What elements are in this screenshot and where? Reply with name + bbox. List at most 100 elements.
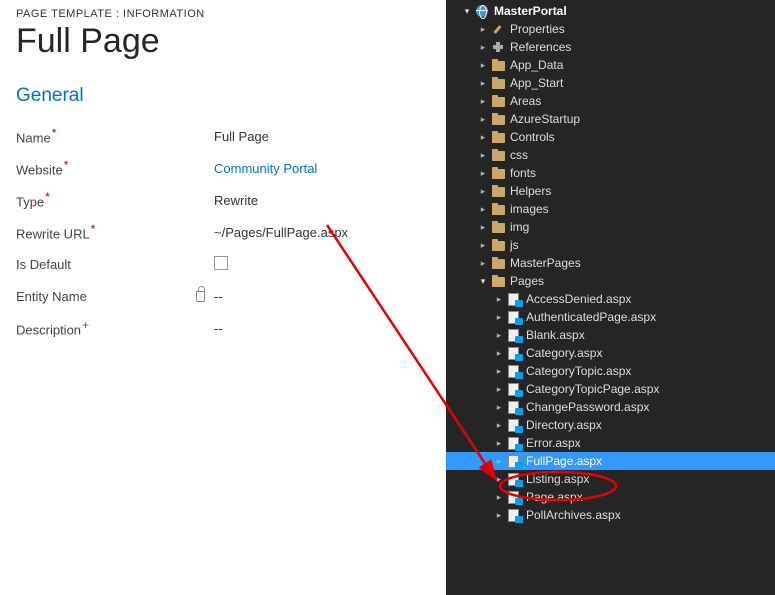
tree-label: img (510, 220, 771, 234)
chevron-right-icon[interactable]: ▸ (494, 475, 504, 484)
chevron-right-icon[interactable]: ▸ (478, 97, 488, 106)
chevron-right-icon[interactable]: ▸ (494, 511, 504, 520)
file-blank-aspx[interactable]: ▸Blank.aspx (446, 326, 775, 344)
wrench-icon (490, 22, 506, 36)
aspx-file-icon (506, 382, 522, 396)
aspx-file-icon (506, 418, 522, 432)
chevron-right-icon[interactable]: ▸ (478, 79, 488, 88)
file-fullpage-aspx[interactable]: ▸FullPage.aspx (446, 452, 775, 470)
folder-images[interactable]: ▸ images (446, 200, 775, 218)
folder-icon (490, 58, 506, 72)
file-authenticatedpage-aspx[interactable]: ▸AuthenticatedPage.aspx (446, 308, 775, 326)
chevron-right-icon[interactable]: ▸ (478, 43, 488, 52)
file-page-aspx[interactable]: ▸ Page.aspx (446, 488, 775, 506)
chevron-right-icon[interactable]: ▸ (478, 151, 488, 160)
chevron-right-icon[interactable]: ▸ (478, 187, 488, 196)
tree-label: App_Data (510, 58, 771, 72)
chevron-right-icon[interactable]: ▸ (494, 295, 504, 304)
chevron-down-icon[interactable]: ▾ (478, 277, 488, 286)
file-directory-aspx[interactable]: ▸ Directory.aspx (446, 416, 775, 434)
file-categorytopicpage-aspx[interactable]: ▸ CategoryTopicPage.aspx (446, 380, 775, 398)
chevron-right-icon[interactable]: ▸ (478, 205, 488, 214)
tree-label: CategoryTopicPage.aspx (526, 382, 771, 396)
value-rewrite-url[interactable]: ~/Pages/FullPage.aspx (214, 225, 429, 240)
chevron-right-icon[interactable]: ▸ (494, 421, 504, 430)
folder-icon (490, 76, 506, 90)
folder-icon (490, 184, 506, 198)
solution-explorer[interactable]: ▾MasterPortal▸Properties▸References▸App_… (446, 0, 775, 595)
chevron-right-icon[interactable]: ▸ (478, 133, 488, 142)
aspx-file-icon (506, 292, 522, 306)
section-heading-general: General (16, 85, 429, 107)
folder-controls[interactable]: ▸ Controls (446, 128, 775, 146)
folder-icon (490, 256, 506, 270)
folder-js[interactable]: ▸js (446, 236, 775, 254)
tree-label: AccessDenied.aspx (526, 292, 771, 306)
project-node[interactable]: ▾ MasterPortal (446, 2, 775, 20)
chevron-right-icon[interactable]: ▸ (494, 403, 504, 412)
value-description[interactable]: -- (214, 321, 429, 336)
chevron-right-icon[interactable]: ▸ (478, 115, 488, 124)
chevron-right-icon[interactable]: ▸ (494, 367, 504, 376)
chevron-right-icon[interactable]: ▸ (494, 331, 504, 340)
tree-label: MasterPortal (494, 4, 771, 18)
folder-app_data[interactable]: ▸ App_Data (446, 56, 775, 74)
file-categorytopic-aspx[interactable]: ▸CategoryTopic.aspx (446, 362, 775, 380)
tree-label: Error.aspx (526, 436, 771, 450)
chevron-right-icon[interactable]: ▸ (494, 457, 504, 466)
folder-icon (490, 238, 506, 252)
tree-label: Listing.aspx (526, 472, 771, 486)
folder-app_start[interactable]: ▸App_Start (446, 74, 775, 92)
file-pollarchives-aspx[interactable]: ▸PollArchives.aspx (446, 506, 775, 524)
folder-img[interactable]: ▸ img (446, 218, 775, 236)
value-website[interactable]: Community Portal (214, 161, 429, 176)
tree-label: Page.aspx (526, 490, 771, 504)
chevron-right-icon[interactable]: ▸ (494, 493, 504, 502)
file-listing-aspx[interactable]: ▸ Listing.aspx (446, 470, 775, 488)
aspx-file-icon (506, 472, 522, 486)
tree-label: AzureStartup (510, 112, 771, 126)
folder-masterpages[interactable]: ▸MasterPages (446, 254, 775, 272)
label-is-default: Is Default (16, 257, 196, 272)
references-node[interactable]: ▸References (446, 38, 775, 56)
chevron-right-icon[interactable]: ▸ (478, 25, 488, 34)
tree-label: images (510, 202, 771, 216)
chevron-right-icon[interactable]: ▸ (478, 259, 488, 268)
chevron-right-icon[interactable]: ▸ (494, 385, 504, 394)
breadcrumb: PAGE TEMPLATE : INFORMATION (16, 8, 429, 20)
tree-label: Directory.aspx (526, 418, 771, 432)
aspx-file-icon (506, 490, 522, 504)
properties-node[interactable]: ▸Properties (446, 20, 775, 38)
folder-css[interactable]: ▸css (446, 146, 775, 164)
chevron-right-icon[interactable]: ▸ (478, 223, 488, 232)
folder-pages[interactable]: ▾Pages (446, 272, 775, 290)
chevron-right-icon[interactable]: ▸ (478, 241, 488, 250)
tree-label: Category.aspx (526, 346, 771, 360)
chevron-right-icon[interactable]: ▸ (478, 169, 488, 178)
value-type[interactable]: Rewrite (214, 193, 429, 208)
chevron-right-icon[interactable]: ▸ (494, 313, 504, 322)
aspx-file-icon (506, 310, 522, 324)
folder-helpers[interactable]: ▸Helpers (446, 182, 775, 200)
chevron-right-icon[interactable]: ▸ (494, 439, 504, 448)
folder-fonts[interactable]: ▸fonts (446, 164, 775, 182)
folder-azurestartup[interactable]: ▸ AzureStartup (446, 110, 775, 128)
aspx-file-icon (506, 328, 522, 342)
aspx-file-icon (506, 436, 522, 450)
chevron-right-icon[interactable]: ▸ (494, 349, 504, 358)
chevron-down-icon[interactable]: ▾ (462, 7, 472, 16)
file-category-aspx[interactable]: ▸ Category.aspx (446, 344, 775, 362)
value-name[interactable]: Full Page (214, 129, 429, 144)
label-type: Type* (16, 190, 196, 209)
file-error-aspx[interactable]: ▸ Error.aspx (446, 434, 775, 452)
tree-label: Controls (510, 130, 771, 144)
label-entity-name: Entity Name (16, 289, 196, 304)
file-changepassword-aspx[interactable]: ▸ ChangePassword.aspx (446, 398, 775, 416)
folder-areas[interactable]: ▸Areas (446, 92, 775, 110)
checkbox-is-default[interactable] (214, 256, 228, 270)
label-rewrite-url: Rewrite URL* (16, 222, 196, 241)
lock-icon (196, 291, 205, 302)
tree-label: ChangePassword.aspx (526, 400, 771, 414)
file-accessdenied-aspx[interactable]: ▸ AccessDenied.aspx (446, 290, 775, 308)
chevron-right-icon[interactable]: ▸ (478, 61, 488, 70)
